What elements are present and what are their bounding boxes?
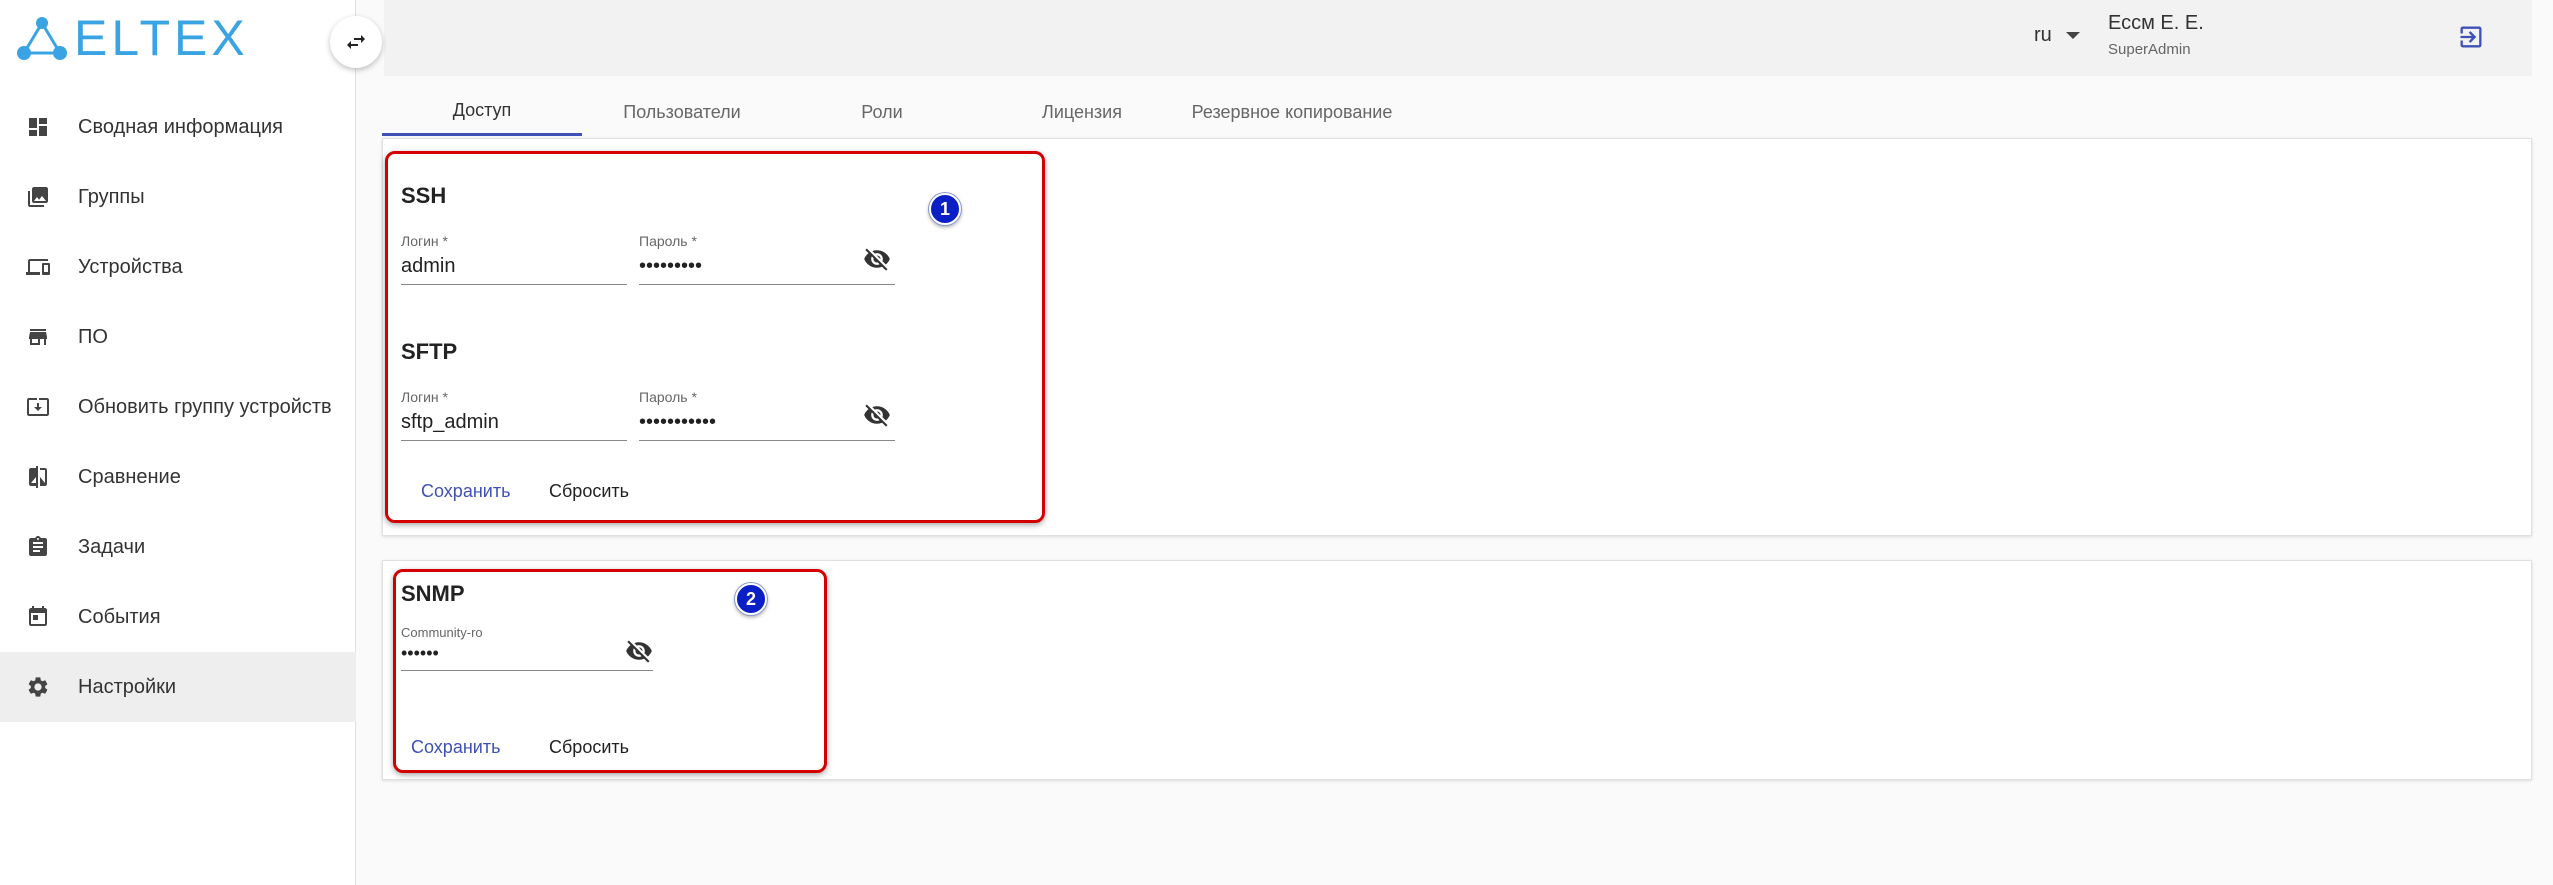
sftp-login-label: Логин * xyxy=(401,389,448,405)
sidebar-item-software[interactable]: ПО xyxy=(0,302,356,372)
store-icon xyxy=(24,323,52,351)
snmp-community-field[interactable]: Community-ro •••••• xyxy=(401,625,653,671)
photo-library-icon xyxy=(24,183,52,211)
logout-icon xyxy=(2460,26,2482,48)
sidebar-item-update-group[interactable]: Обновить группу устройств xyxy=(0,372,356,442)
sidebar-nav: Сводная информация Группы Устройства ПО … xyxy=(0,92,356,722)
visibility-off-icon[interactable] xyxy=(861,401,893,429)
reset-button[interactable]: Сбросить xyxy=(549,481,629,502)
sftp-title: SFTP xyxy=(401,339,458,364)
save-button[interactable]: Сохранить xyxy=(421,481,510,502)
sidebar-item-groups[interactable]: Группы xyxy=(0,162,356,232)
logout-button[interactable] xyxy=(2454,20,2488,54)
event-icon xyxy=(24,603,52,631)
top-header: ru Ессм Е. Е. SuperAdmin xyxy=(384,0,2532,76)
snmp-title: SNMP xyxy=(401,581,465,606)
sidebar-item-devices[interactable]: Устройства xyxy=(0,232,356,302)
sftp-password-field[interactable]: Пароль * ••••••••••• xyxy=(639,389,895,441)
sidebar-item-compare[interactable]: Сравнение xyxy=(0,442,356,512)
language-value: ru xyxy=(2034,24,2052,46)
sidebar-item-label: События xyxy=(78,605,161,628)
user-info: Ессм Е. Е. SuperAdmin xyxy=(2108,12,2204,58)
gear-icon xyxy=(24,673,52,701)
sidebar-item-label: Обновить группу устройств xyxy=(78,395,332,418)
sidebar-item-settings[interactable]: Настройки xyxy=(0,652,356,722)
sidebar-item-summary[interactable]: Сводная информация xyxy=(0,92,356,162)
ssh-login-value: admin xyxy=(401,255,456,277)
tab-backup[interactable]: Резервное копирование xyxy=(1182,88,1402,136)
callout-badge-1: 1 xyxy=(929,193,961,225)
ssh-login-label: Логин * xyxy=(401,233,448,249)
settings-tabs: Доступ Пользователи Роли Лицензия Резерв… xyxy=(382,88,1402,136)
sidebar-item-label: ПО xyxy=(78,325,108,348)
swap-horiz-icon xyxy=(347,35,365,49)
visibility-off-icon[interactable] xyxy=(861,245,893,273)
reset-button[interactable]: Сбросить xyxy=(549,737,629,758)
ssh-password-value: ••••••••• xyxy=(639,255,703,277)
logo-mark-icon xyxy=(17,17,67,60)
sftp-login-field[interactable]: Логин * sftp_admin xyxy=(401,389,627,441)
eltex-logo[interactable]: ELTEX xyxy=(16,12,249,64)
sidebar: ELTEX Сводная информация Группы Устройст… xyxy=(0,0,356,885)
compare-icon xyxy=(24,463,52,491)
system-update-icon xyxy=(24,393,52,421)
sidebar-item-label: Сводная информация xyxy=(78,115,283,138)
sidebar-item-label: Устройства xyxy=(78,255,183,278)
access-panel: 1 SSH Логин * admin Пароль * ••••••••• S… xyxy=(382,138,2532,536)
sidebar-item-label: Группы xyxy=(78,185,145,208)
snmp-panel: 2 SNMP Community-ro •••••• Сохранить Сбр… xyxy=(382,560,2532,780)
tab-roles[interactable]: Роли xyxy=(782,88,982,136)
user-name: Ессм Е. Е. xyxy=(2108,12,2204,34)
sftp-password-value: ••••••••••• xyxy=(639,411,717,433)
assignment-icon xyxy=(24,533,52,561)
chevron-down-icon xyxy=(2065,32,2080,39)
ssh-login-field[interactable]: Логин * admin xyxy=(401,233,627,285)
ssh-password-label: Пароль * xyxy=(639,233,697,249)
tab-license[interactable]: Лицензия xyxy=(982,88,1182,136)
sidebar-item-tasks[interactable]: Задачи xyxy=(0,512,356,582)
sidebar-item-events[interactable]: События xyxy=(0,582,356,652)
sidebar-item-label: Сравнение xyxy=(78,465,181,488)
visibility-off-icon[interactable] xyxy=(623,637,655,665)
callout-badge-2: 2 xyxy=(735,583,767,615)
sftp-password-label: Пароль * xyxy=(639,389,697,405)
sftp-login-value: sftp_admin xyxy=(401,411,499,433)
ssh-title: SSH xyxy=(401,183,447,208)
snmp-community-label: Community-ro xyxy=(401,625,483,640)
ssh-password-field[interactable]: Пароль * ••••••••• xyxy=(639,233,895,285)
snmp-community-value: •••••• xyxy=(401,643,439,663)
logo-text: ELTEX xyxy=(74,10,249,66)
dashboard-icon xyxy=(24,113,52,141)
tab-users[interactable]: Пользователи xyxy=(582,88,782,136)
save-button[interactable]: Сохранить xyxy=(411,737,500,758)
user-role: SuperAdmin xyxy=(2108,41,2191,58)
sidebar-item-label: Настройки xyxy=(78,675,177,698)
devices-icon xyxy=(24,253,52,281)
sidebar-toggle-button[interactable] xyxy=(330,16,382,68)
sidebar-item-label: Задачи xyxy=(78,535,146,558)
language-select[interactable]: ru xyxy=(2034,24,2080,47)
tab-access[interactable]: Доступ xyxy=(382,88,582,136)
